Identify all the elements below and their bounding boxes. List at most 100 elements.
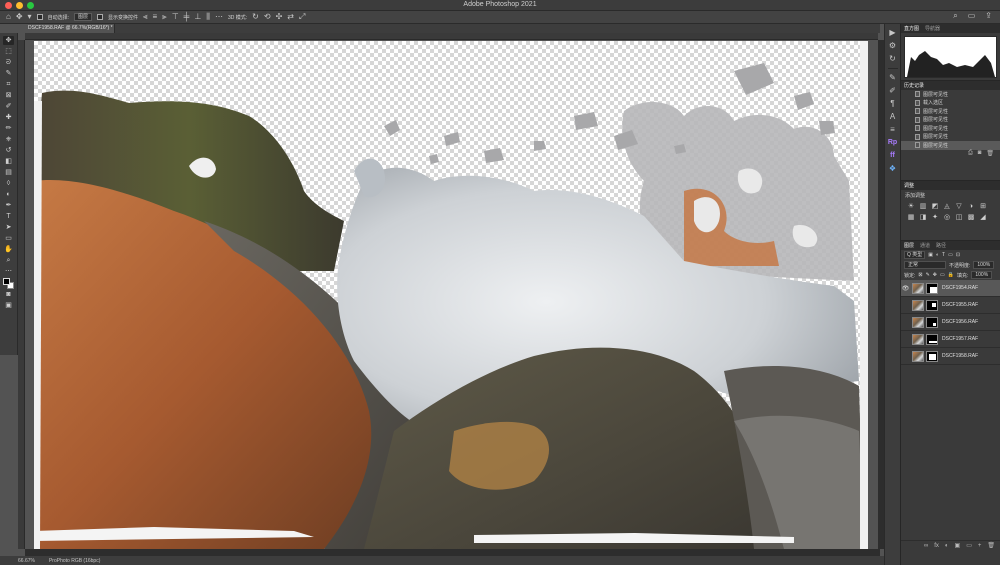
channel-mixer-icon[interactable]: ✦ <box>931 214 939 221</box>
layer-row[interactable]: DSCF1958.RAF <box>901 348 1000 365</box>
align-left-icon[interactable]: ⫷ <box>143 13 148 21</box>
gradient-icon[interactable]: ▤ <box>3 168 14 177</box>
layer-mask-thumbnail[interactable] <box>926 282 938 294</box>
new-layer-icon[interactable]: + <box>978 543 982 549</box>
history-item[interactable]: 图层可见性 <box>901 90 1000 99</box>
quick-mask-icon[interactable]: ◙ <box>3 290 14 299</box>
tab-history[interactable]: 历史记录 <box>904 82 924 89</box>
screen-mode-icon[interactable]: ▣ <box>3 301 14 310</box>
ff-icon[interactable]: ff <box>890 152 895 160</box>
color-lookup-icon[interactable]: ◎ <box>943 214 951 221</box>
fx-icon[interactable]: fx <box>934 543 939 549</box>
eyedropper-icon[interactable]: ✐ <box>3 102 14 111</box>
blend-mode-select[interactable]: 正常 <box>904 261 946 269</box>
lasso-icon[interactable]: ᘐ <box>3 58 14 67</box>
tab-navigator[interactable]: 导航器 <box>925 25 940 32</box>
move-icon[interactable]: ✥ <box>3 36 14 45</box>
lock-artboard-icon[interactable]: ▭ <box>940 272 945 278</box>
layer-name[interactable]: DSCF1957.RAF <box>942 336 978 342</box>
invert-icon[interactable]: ◫ <box>955 214 963 221</box>
auto-select-checkbox[interactable] <box>36 14 43 20</box>
paragraph-icon[interactable]: ¶ <box>890 100 894 108</box>
properties-icon[interactable]: ≡ <box>890 126 895 134</box>
filter-pixel-icon[interactable]: ▣ <box>928 252 933 258</box>
trash-icon[interactable]: 🗑 <box>986 150 994 158</box>
posterize-icon[interactable]: ▩ <box>967 214 975 221</box>
rp-icon[interactable]: Rp <box>888 139 897 147</box>
snapshot-icon[interactable]: ⎙ <box>968 150 973 158</box>
tab-adjustments[interactable]: 调整 <box>904 182 914 189</box>
orbit-3d-icon[interactable]: ↻ <box>252 13 259 21</box>
dodge-icon[interactable]: ◐ <box>3 190 14 199</box>
crop-icon[interactable]: ⌗ <box>3 80 14 89</box>
slide-3d-icon[interactable]: ⇄ <box>287 13 294 21</box>
more-icon[interactable]: ⋯ <box>3 267 14 276</box>
blur-icon[interactable]: ◊ <box>3 179 14 188</box>
black-white-icon[interactable]: ▦ <box>907 214 915 221</box>
stamp-icon[interactable]: ⎈ <box>3 135 14 144</box>
layer-row[interactable]: 👁 DSCF1954.RAF <box>901 280 1000 297</box>
auto-select-dropdown[interactable]: 图层 <box>73 13 92 21</box>
adjustment-layer-icon[interactable]: ◐ <box>945 543 949 549</box>
workspace-icon[interactable]: ▭ <box>968 12 976 20</box>
tab-channels[interactable]: 通道 <box>920 242 930 249</box>
lock-paint-icon[interactable]: ✎ <box>926 272 930 278</box>
roll-3d-icon[interactable]: ⟲ <box>264 13 271 21</box>
align-bottom-icon[interactable]: ⊥ <box>194 13 201 21</box>
brush-icon[interactable]: ✏ <box>3 124 14 133</box>
history-item[interactable]: 图层可见性 <box>901 133 1000 142</box>
fill-input[interactable]: 100% <box>971 271 993 279</box>
move-tool-icon[interactable]: ✥ <box>16 13 23 21</box>
frame-icon[interactable]: ⊠ <box>3 91 14 100</box>
chevron-down-icon[interactable]: ▾ <box>28 13 32 21</box>
opacity-input[interactable]: 100% <box>973 261 995 269</box>
zoom-readout[interactable]: 66.67% <box>18 558 35 564</box>
layer-name[interactable]: DSCF1956.RAF <box>942 319 978 325</box>
align-center-icon[interactable]: ≡ <box>153 13 158 21</box>
threshold-icon[interactable]: ◢ <box>979 214 987 221</box>
new-group-icon[interactable]: ▭ <box>966 542 972 549</box>
hue-sat-icon[interactable]: ◑ <box>967 203 975 210</box>
brushes-icon[interactable]: ✐ <box>889 87 896 95</box>
layer-row[interactable]: DSCF1956.RAF <box>901 314 1000 331</box>
character-icon[interactable]: A <box>890 113 895 121</box>
share-icon[interactable]: ⇪ <box>985 12 992 20</box>
document-tab[interactable]: DSCF1958.RAF @ 66.7%(RGB/16*) * <box>25 24 115 33</box>
tab-histogram[interactable]: 直方图 <box>904 25 919 32</box>
path-select-icon[interactable]: ➤ <box>3 223 14 232</box>
history-icon[interactable]: ↻ <box>889 55 896 63</box>
hand-icon[interactable]: ✋ <box>3 245 14 254</box>
foreground-color[interactable] <box>2 278 10 285</box>
more-options-icon[interactable]: ⋯ <box>215 13 223 21</box>
marquee-icon[interactable]: ⬚ <box>3 47 14 56</box>
home-icon[interactable]: ⌂ <box>6 13 11 21</box>
tab-layers[interactable]: 图层 <box>904 242 914 249</box>
show-transform-checkbox[interactable] <box>96 14 103 20</box>
history-brush-icon[interactable]: ↺ <box>3 146 14 155</box>
camera-icon[interactable]: ◙ <box>978 150 982 158</box>
layer-name[interactable]: DSCF1955.RAF <box>942 302 978 308</box>
levels-icon[interactable]: ▥ <box>919 203 927 210</box>
distribute-icon[interactable]: ⫼ <box>206 13 210 21</box>
align-middle-icon[interactable]: ╪ <box>184 13 190 21</box>
history-item[interactable]: 图层可见性 <box>901 124 1000 133</box>
filter-shape-icon[interactable]: ▭ <box>948 252 953 258</box>
layer-mask-thumbnail[interactable] <box>926 333 938 345</box>
type-icon[interactable]: T <box>3 212 14 221</box>
brush-settings-icon[interactable]: ✎ <box>889 74 896 82</box>
layer-mask-thumbnail[interactable] <box>926 299 938 311</box>
history-item[interactable]: 图层可见性 <box>901 116 1000 125</box>
brightness-icon[interactable]: ☀ <box>907 203 915 210</box>
lock-pixels-icon[interactable]: ⊠ <box>918 272 922 278</box>
play-icon[interactable]: ▶ <box>889 29 895 37</box>
layer-row[interactable]: DSCF1957.RAF <box>901 331 1000 348</box>
document-canvas[interactable] <box>34 41 868 549</box>
history-item[interactable]: 载入选区 <box>901 99 1000 108</box>
history-item-current[interactable]: 图层可见性 <box>901 141 1000 150</box>
quick-select-icon[interactable]: ✎ <box>3 69 14 78</box>
curves-icon[interactable]: ◩ <box>931 203 939 210</box>
layer-name[interactable]: DSCF1954.RAF <box>942 285 978 291</box>
color-swatches[interactable] <box>2 278 15 289</box>
layer-mask-thumbnail[interactable] <box>926 350 938 362</box>
filter-smart-icon[interactable]: ⊡ <box>956 252 960 258</box>
